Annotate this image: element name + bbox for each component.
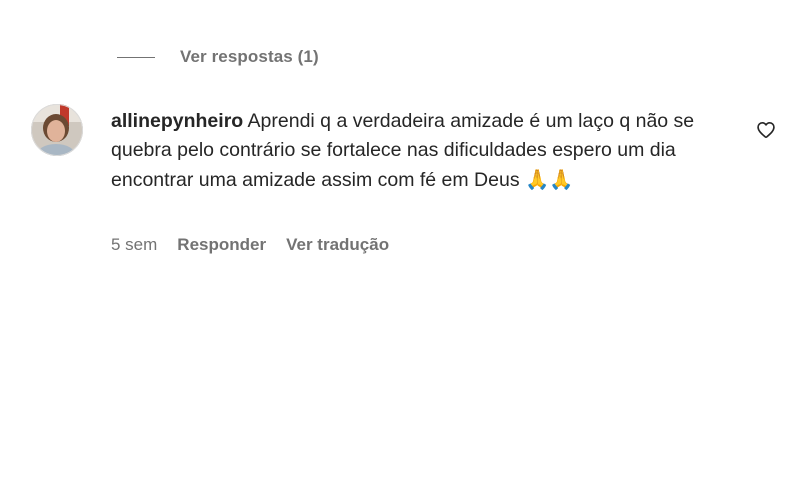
comment-username[interactable]: allinepynheiro [111, 110, 243, 132]
heart-outline-icon [757, 122, 775, 138]
view-replies-label: Ver respostas (1) [180, 47, 319, 66]
replies-divider-line [117, 56, 155, 58]
view-replies-button[interactable]: Ver respostas (1) [117, 44, 319, 70]
comment-body: allinepynheiro Aprendi q a verdadeira am… [111, 107, 731, 195]
see-translation-button[interactable]: Ver tradução [286, 235, 389, 255]
comment-timestamp[interactable]: 5 sem [111, 235, 157, 255]
comment-emoji: 🙏🙏 [525, 168, 574, 191]
reply-button[interactable]: Responder [177, 235, 266, 255]
comment-thread-page: Ver respostas (1) allinepynheiro Aprendi… [0, 0, 800, 504]
user-avatar-photo-icon [31, 104, 83, 156]
comment-meta: 5 sem Responder Ver tradução [111, 233, 409, 257]
avatar[interactable] [31, 104, 83, 156]
like-button[interactable] [756, 120, 776, 140]
